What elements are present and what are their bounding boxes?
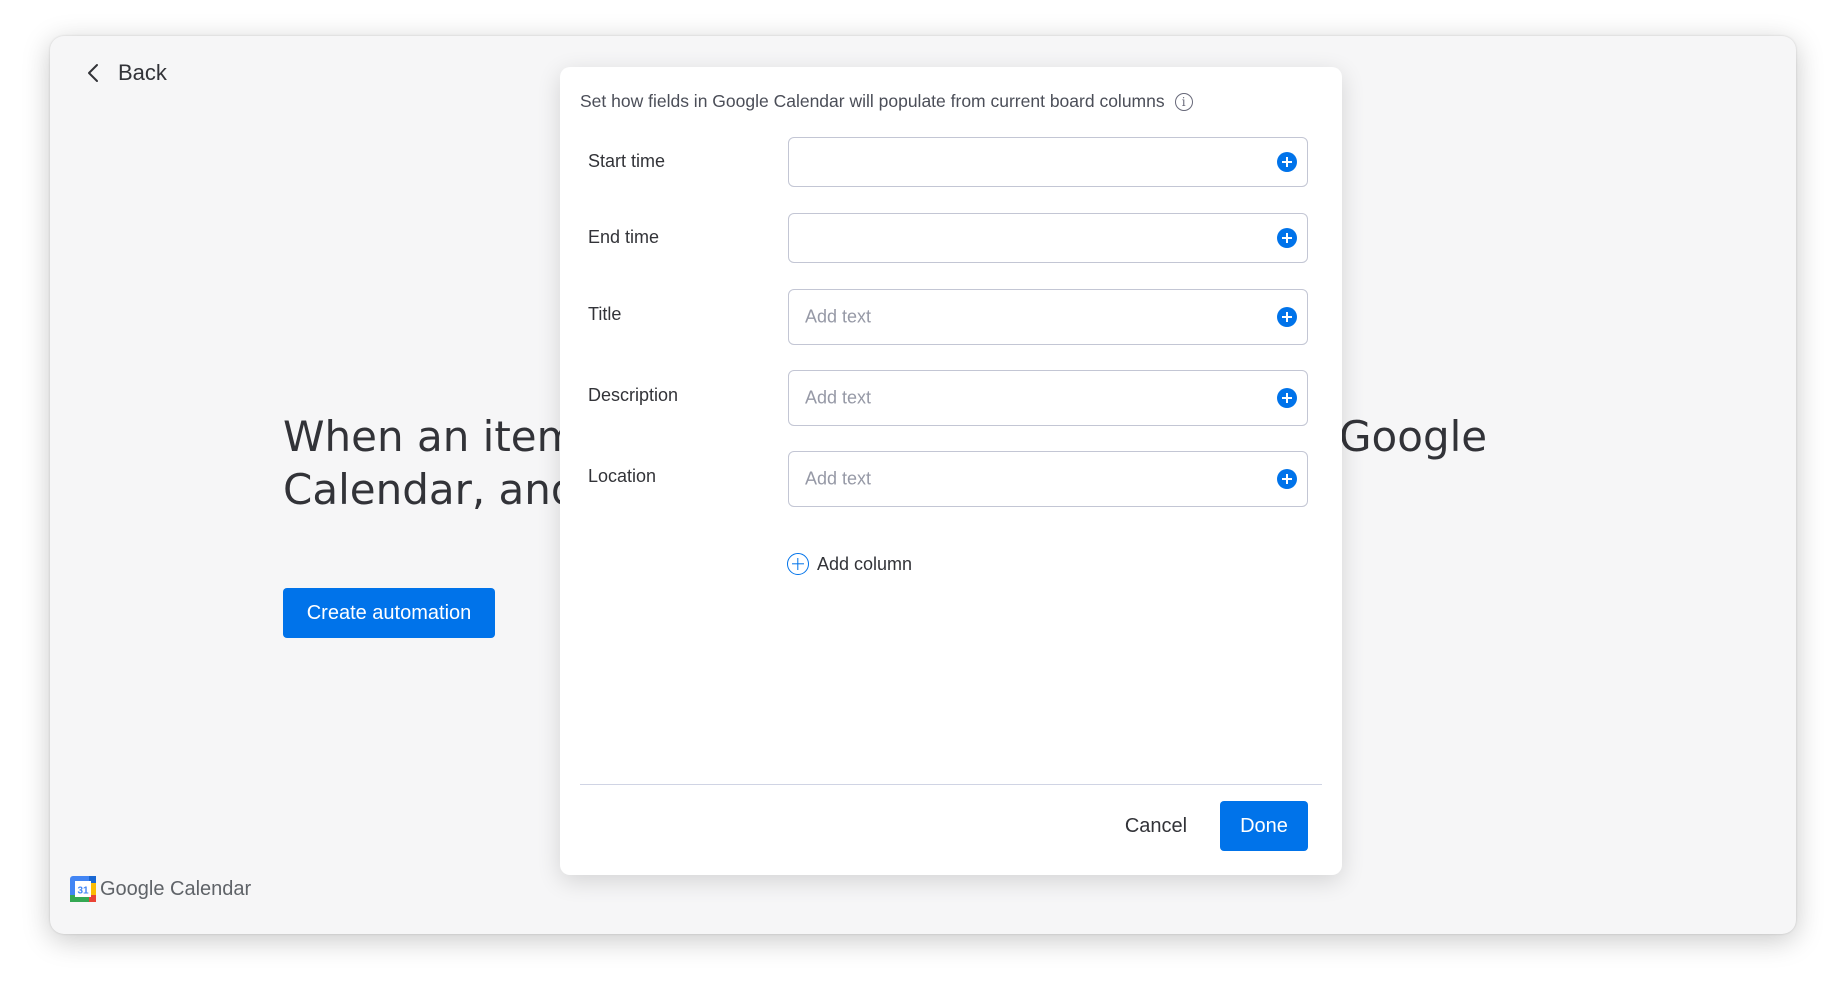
add-column-button[interactable]: Add column [787,553,912,575]
title-label: Title [588,304,622,324]
start-time-add-icon[interactable] [1277,152,1297,172]
hero-title-line-2: Calendar, and [283,465,578,514]
start-time-field[interactable] [788,137,1308,187]
back-button[interactable]: Back [84,60,167,86]
title-field[interactable]: Add text [788,289,1308,345]
calendar-badge-number: 31 [77,886,89,897]
end-time-label: End time [588,227,660,247]
google-calendar-logo-icon: 31 [70,876,96,902]
dialog-description: Set how fields in Google Calendar will p… [580,91,1165,111]
location-label: Location [588,466,657,486]
location-placeholder: Add text [805,468,872,489]
google-calendar-brand: 31 Google Calendar [70,876,251,902]
start-time-label: Start time [588,151,666,171]
dialog-divider [580,784,1322,785]
column-mapping-dialog: Set how fields in Google Calendar will p… [560,67,1342,875]
description-add-icon[interactable] [1277,388,1297,408]
dialog-header: Set how fields in Google Calendar will p… [580,91,1193,112]
description-placeholder: Add text [805,387,872,408]
title-placeholder: Add text [805,306,872,327]
end-time-add-icon[interactable] [1277,228,1297,248]
create-automation-button[interactable]: Create automation [283,588,495,638]
add-column-label: Add column [817,553,913,574]
location-field[interactable]: Add text [788,451,1308,507]
circle-plus-icon [787,553,809,575]
hero-title-fragment: Google [1339,412,1488,461]
done-button[interactable]: Done [1220,801,1308,851]
back-label: Back [118,60,167,85]
end-time-field[interactable] [788,213,1308,263]
title-add-icon[interactable] [1277,307,1297,327]
hero-title: When an item Calendar, and [283,410,578,516]
location-add-icon[interactable] [1277,469,1297,489]
chevron-left-icon [88,64,98,82]
description-field[interactable]: Add text [788,370,1308,426]
brand-name: Google Calendar [100,877,252,900]
cancel-button[interactable]: Cancel [1110,801,1202,851]
info-icon[interactable]: i [1174,92,1193,111]
hero-title-line-1: When an item [283,412,578,461]
description-label: Description [588,385,679,405]
